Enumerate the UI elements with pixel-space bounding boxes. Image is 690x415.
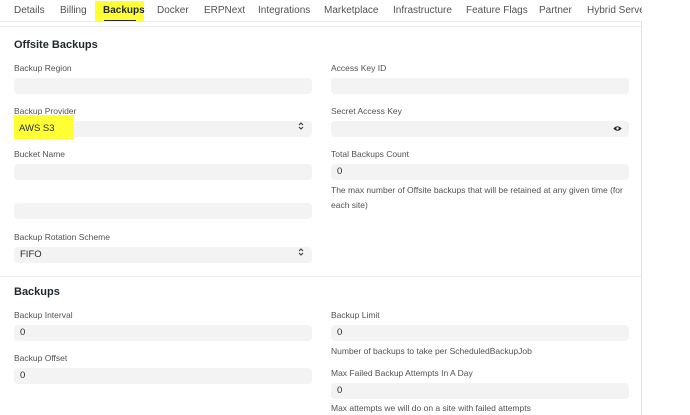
backup-offset-field[interactable]: 0	[14, 368, 312, 384]
backup-region-label: Backup Region	[14, 63, 72, 73]
top-divider	[0, 26, 641, 27]
section-divider	[0, 276, 641, 277]
total-backups-count-label: Total Backups Count	[331, 149, 409, 159]
backup-interval-field[interactable]: 0	[14, 325, 312, 341]
max-failed-attempts-description: Max attempts we will do on a site with f…	[331, 403, 531, 413]
total-backups-count-field[interactable]: 0	[331, 164, 629, 180]
tab-bar: Details Billing Backups Docker ERPNext I…	[0, 0, 642, 22]
backup-rotation-label: Backup Rotation Scheme	[14, 232, 110, 242]
bucket-name-field[interactable]	[14, 164, 312, 180]
max-failed-attempts-field[interactable]: 0	[331, 383, 629, 399]
tab-feature-flags[interactable]: Feature Flags	[466, 4, 528, 18]
chevron-up-down-icon	[298, 121, 304, 134]
backup-limit-label: Backup Limit	[331, 310, 380, 320]
backup-limit-field[interactable]: 0	[331, 325, 629, 341]
secret-key-field[interactable]	[331, 121, 629, 137]
eye-icon[interactable]	[613, 125, 622, 132]
tab-billing[interactable]: Billing	[60, 4, 87, 18]
tab-marketplace[interactable]: Marketplace	[324, 4, 378, 18]
access-key-field[interactable]	[331, 78, 629, 94]
tab-backups[interactable]: Backups	[103, 4, 145, 18]
backup-offset-label: Backup Offset	[14, 353, 68, 363]
max-failed-attempts-label: Max Failed Backup Attempts In A Day	[331, 368, 473, 378]
backup-region-field[interactable]	[14, 78, 312, 94]
backup-interval-label: Backup Interval	[14, 310, 73, 320]
tab-details[interactable]: Details	[14, 4, 45, 18]
select-background	[74, 121, 312, 137]
section-title-backups: Backups	[14, 286, 60, 298]
tab-erpnext[interactable]: ERPNext	[204, 4, 245, 18]
tab-hybrid-server[interactable]: Hybrid Server	[587, 4, 642, 18]
total-backups-count-description: The max number of Offsite backups that w…	[331, 185, 623, 210]
access-key-label: Access Key ID	[331, 63, 387, 73]
backup-limit-description: Number of backups to take per ScheduledB…	[331, 346, 532, 356]
tab-partner[interactable]: Partner	[539, 4, 572, 18]
bucket-name-label: Bucket Name	[14, 149, 66, 159]
chevron-up-down-icon	[298, 247, 304, 260]
backup-rotation-select[interactable]: FIFO	[14, 247, 312, 263]
tab-infrastructure[interactable]: Infrastructure	[393, 4, 452, 18]
tab-docker[interactable]: Docker	[157, 4, 189, 18]
backup-provider-select[interactable]: AWS S3	[14, 121, 312, 137]
unlabeled-field[interactable]	[14, 203, 312, 219]
section-title-offsite-backups: Offsite Backups	[14, 39, 98, 51]
tab-integrations[interactable]: Integrations	[258, 4, 310, 18]
secret-key-label: Secret Access Key	[331, 106, 402, 116]
